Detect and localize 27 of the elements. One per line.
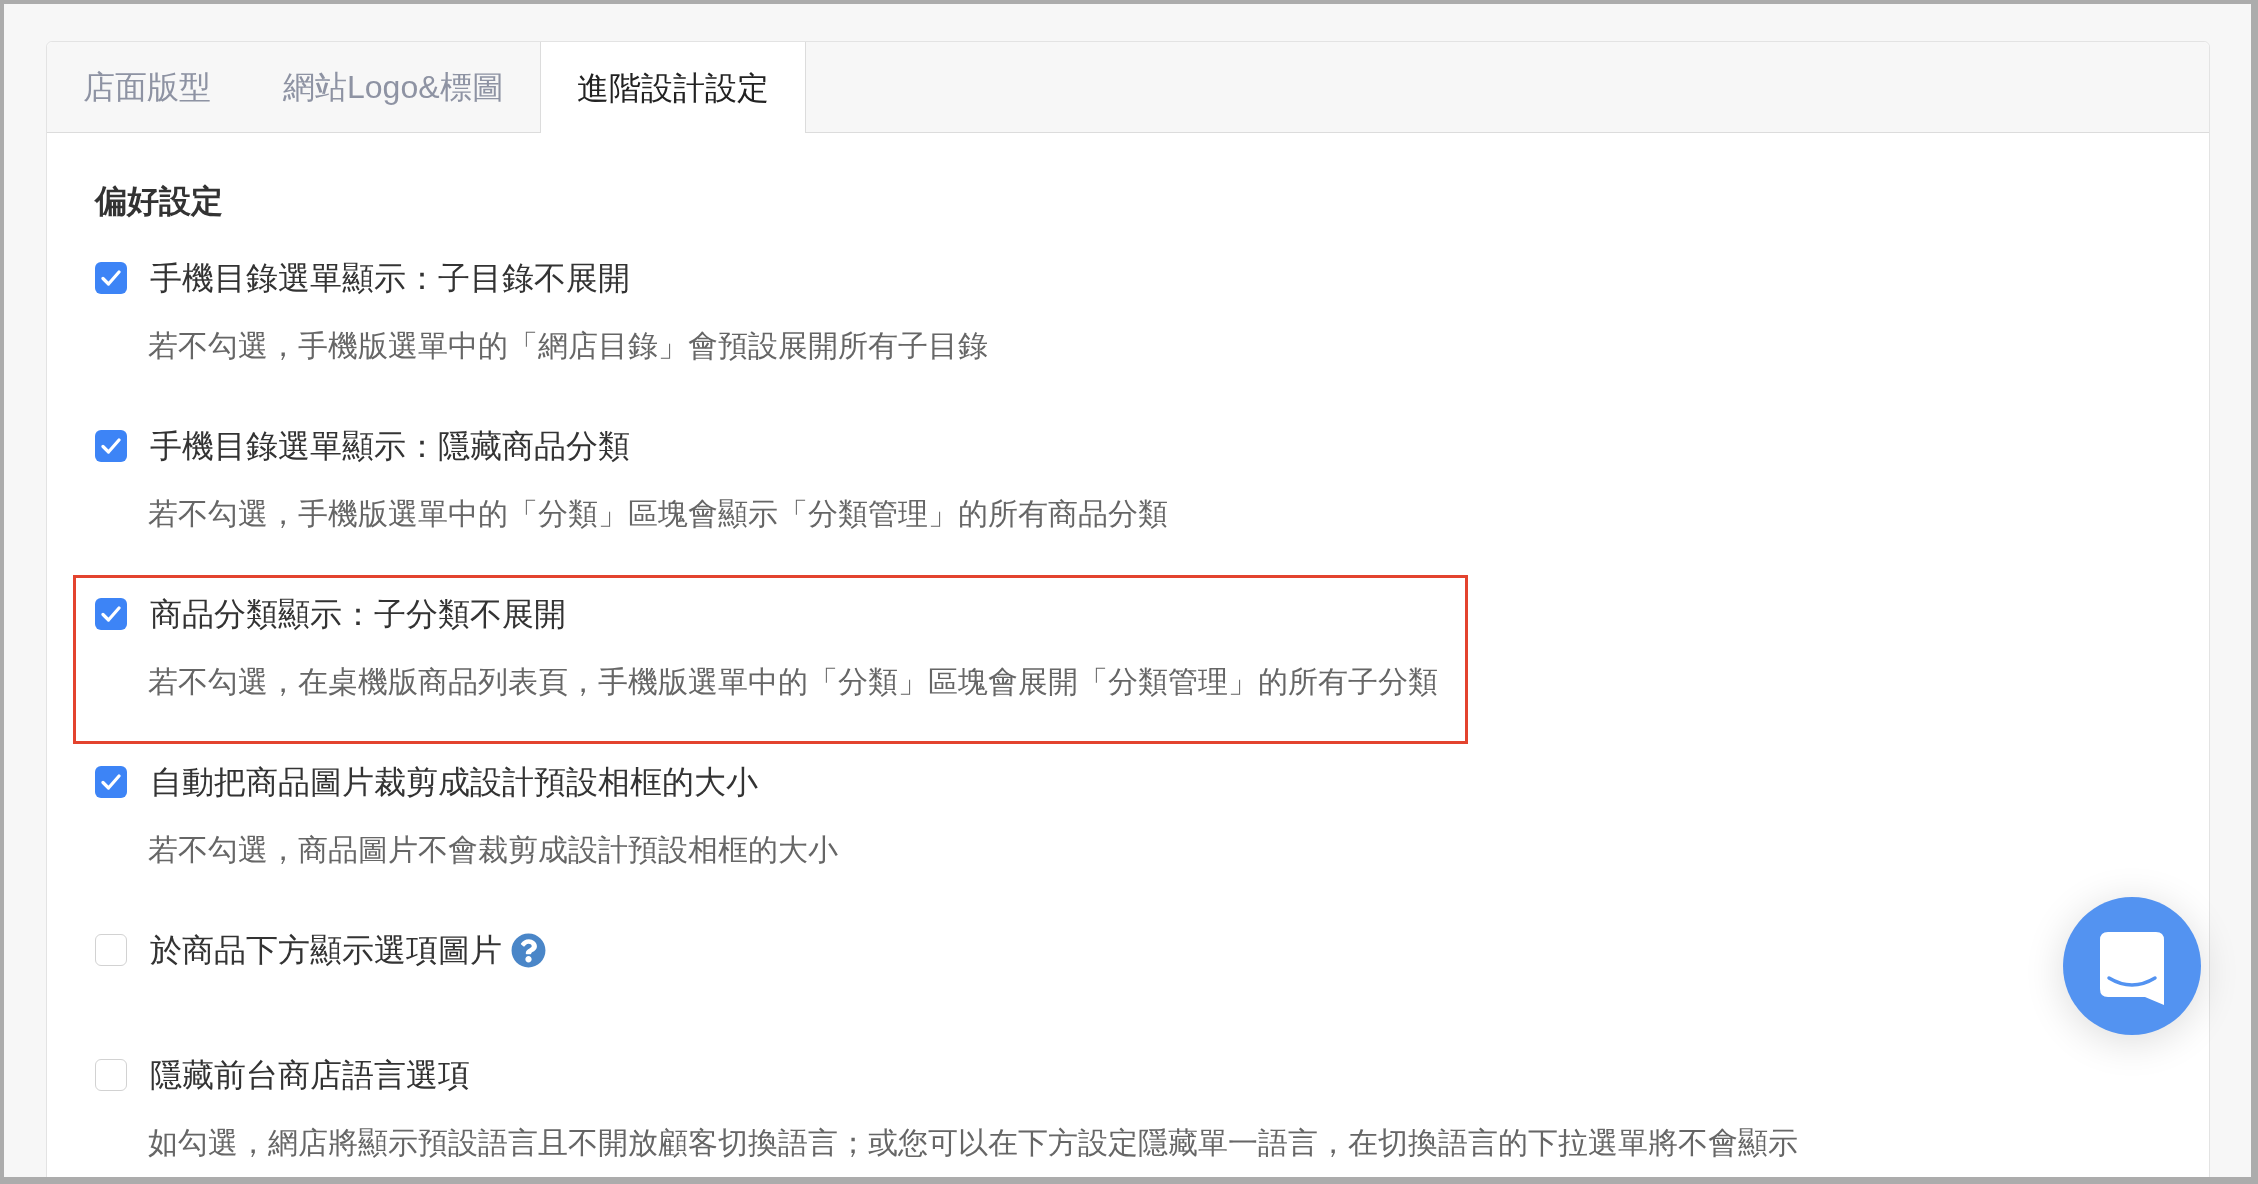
help-icon[interactable] xyxy=(511,932,546,968)
checkbox[interactable] xyxy=(95,1059,127,1091)
tab[interactable]: 進階設計設定 xyxy=(539,42,806,133)
tab[interactable]: 店面版型 xyxy=(47,42,247,132)
checkbox[interactable] xyxy=(95,262,127,294)
option-label: 商品分類顯示：子分類不展開 xyxy=(150,595,566,634)
option-description: 若不勾選，在桌機版商品列表頁，手機版選單中的「分類」區塊會展開「分類管理」的所有子分類 xyxy=(148,664,1438,700)
option-label: 手機目錄選單顯示：隱藏商品分類 xyxy=(150,427,630,466)
checkbox[interactable] xyxy=(95,598,127,630)
option-label: 於商品下方顯示選項圖片 xyxy=(150,931,502,970)
option-label: 手機目錄選單顯示：子目錄不展開 xyxy=(150,259,630,298)
check-icon xyxy=(101,774,121,790)
option-description: 若不勾選，商品圖片不會裁剪成設計預設相框的大小 xyxy=(148,832,838,868)
check-icon xyxy=(101,438,121,454)
section-title: 偏好設定 xyxy=(95,182,223,221)
option-description: 如勾選，網店將顯示預設語言且不開放顧客切換語言；或您可以在下方設定隱藏單一語言，在切換語言的下拉選單將不會顯示 xyxy=(148,1125,1798,1161)
chat-bubble-icon xyxy=(2100,931,2164,1005)
option-label: 隱藏前台商店語言選項 xyxy=(150,1056,470,1095)
option-label: 自動把商品圖片裁剪成設計預設相框的大小 xyxy=(150,763,758,802)
option-description: 若不勾選，手機版選單中的「網店目錄」會預設展開所有子目錄 xyxy=(148,328,988,364)
check-icon xyxy=(101,270,121,286)
checkbox[interactable] xyxy=(95,430,127,462)
checkbox[interactable] xyxy=(95,766,127,798)
checkbox[interactable] xyxy=(95,934,127,966)
tab[interactable]: 網站Logo&標圖 xyxy=(247,42,540,132)
check-icon xyxy=(101,606,121,622)
option-description: 若不勾選，手機版選單中的「分類」區塊會顯示「分類管理」的所有商品分類 xyxy=(148,496,1168,532)
